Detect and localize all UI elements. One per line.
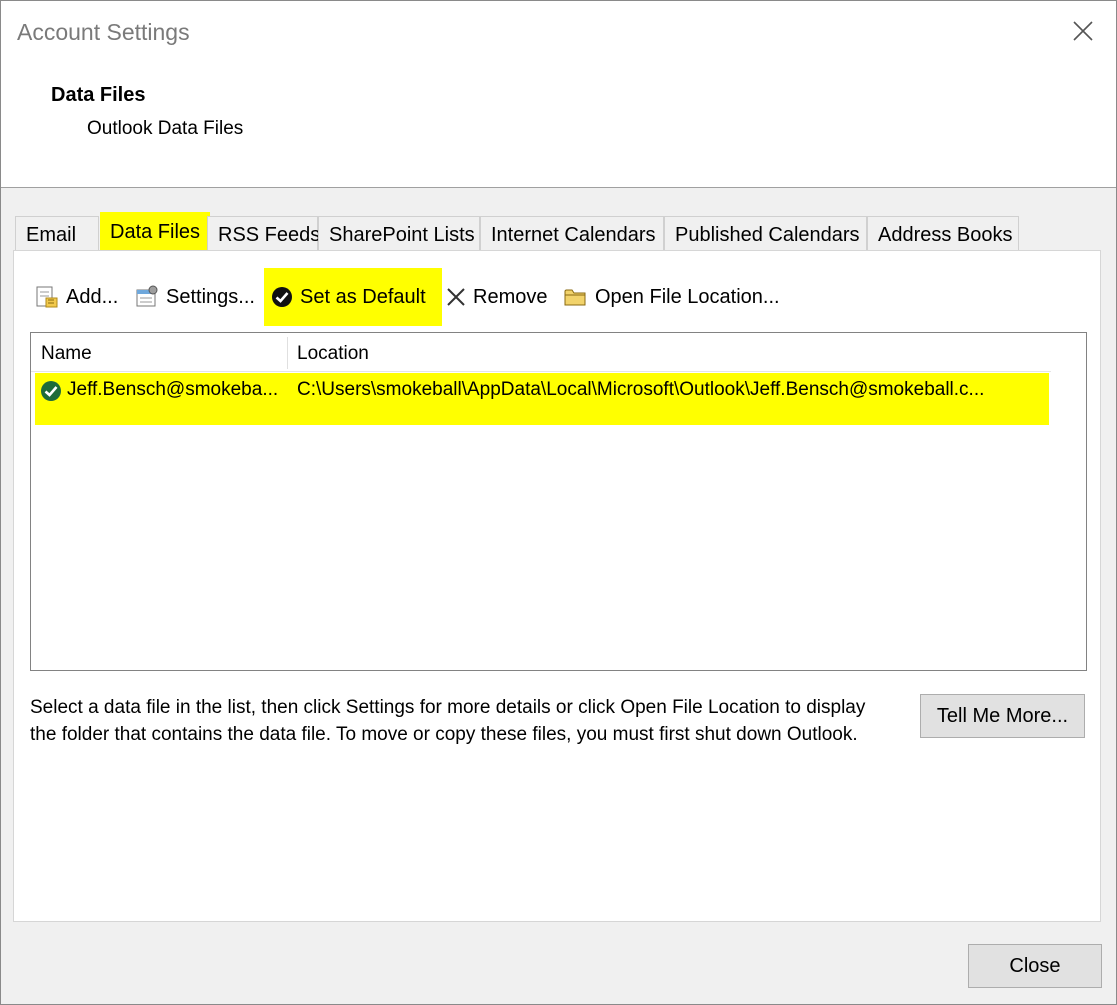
checkmark-circle-icon (272, 287, 292, 307)
column-header-location[interactable]: Location (297, 343, 369, 365)
column-divider[interactable] (287, 337, 288, 369)
close-icon[interactable] (1071, 19, 1095, 43)
settings-icon (136, 285, 158, 307)
tab-email[interactable]: Email (15, 216, 99, 250)
default-checkmark-icon (39, 379, 63, 408)
remove-label: Remove (473, 286, 548, 308)
open-file-location-label: Open File Location... (595, 286, 780, 308)
remove-x-icon (447, 288, 465, 306)
list-header: Name Location (31, 333, 1051, 372)
tab-internet-calendars[interactable]: Internet Calendars (480, 216, 664, 250)
tab-address-books[interactable]: Address Books (867, 216, 1019, 250)
tab-published-calendars[interactable]: Published Calendars (664, 216, 867, 250)
add-label: Add... (66, 286, 119, 308)
info-text: Select a data file in the list, then cli… (30, 697, 866, 745)
folder-icon (564, 289, 586, 306)
list-item-name[interactable]: Jeff.Bensch@smokeba... (67, 379, 278, 401)
tab-rss-feeds[interactable]: RSS Feeds (207, 216, 320, 250)
add-data-file-icon (36, 286, 58, 308)
remove-button[interactable]: Remove (445, 284, 547, 310)
tab-sharepoint-lists[interactable]: SharePoint Lists (318, 216, 480, 250)
list-item-location[interactable]: C:\Users\smokeball\AppData\Local\Microso… (297, 379, 984, 401)
settings-label: Settings... (166, 286, 255, 308)
window-title: Account Settings (17, 19, 190, 45)
column-header-name[interactable]: Name (41, 343, 92, 365)
settings-button[interactable]: Settings... (134, 284, 255, 310)
close-button[interactable]: Close (968, 944, 1102, 988)
open-file-location-button[interactable]: Open File Location... (563, 284, 780, 310)
add-button[interactable]: Add... (34, 284, 118, 310)
data-files-list[interactable]: Name Location Jeff.Bensch@smokeba... C:\… (30, 332, 1087, 671)
section-title: Data Files (51, 84, 146, 106)
set-as-default-label: Set as Default (300, 286, 426, 308)
set-as-default-button[interactable]: Set as Default (270, 284, 426, 310)
dialog-header: Account Settings Data Files Outlook Data… (1, 1, 1116, 188)
tell-me-more-button[interactable]: Tell Me More... (920, 694, 1085, 738)
section-subtitle: Outlook Data Files (87, 118, 244, 139)
tab-data-files[interactable]: Data Files (100, 212, 210, 252)
